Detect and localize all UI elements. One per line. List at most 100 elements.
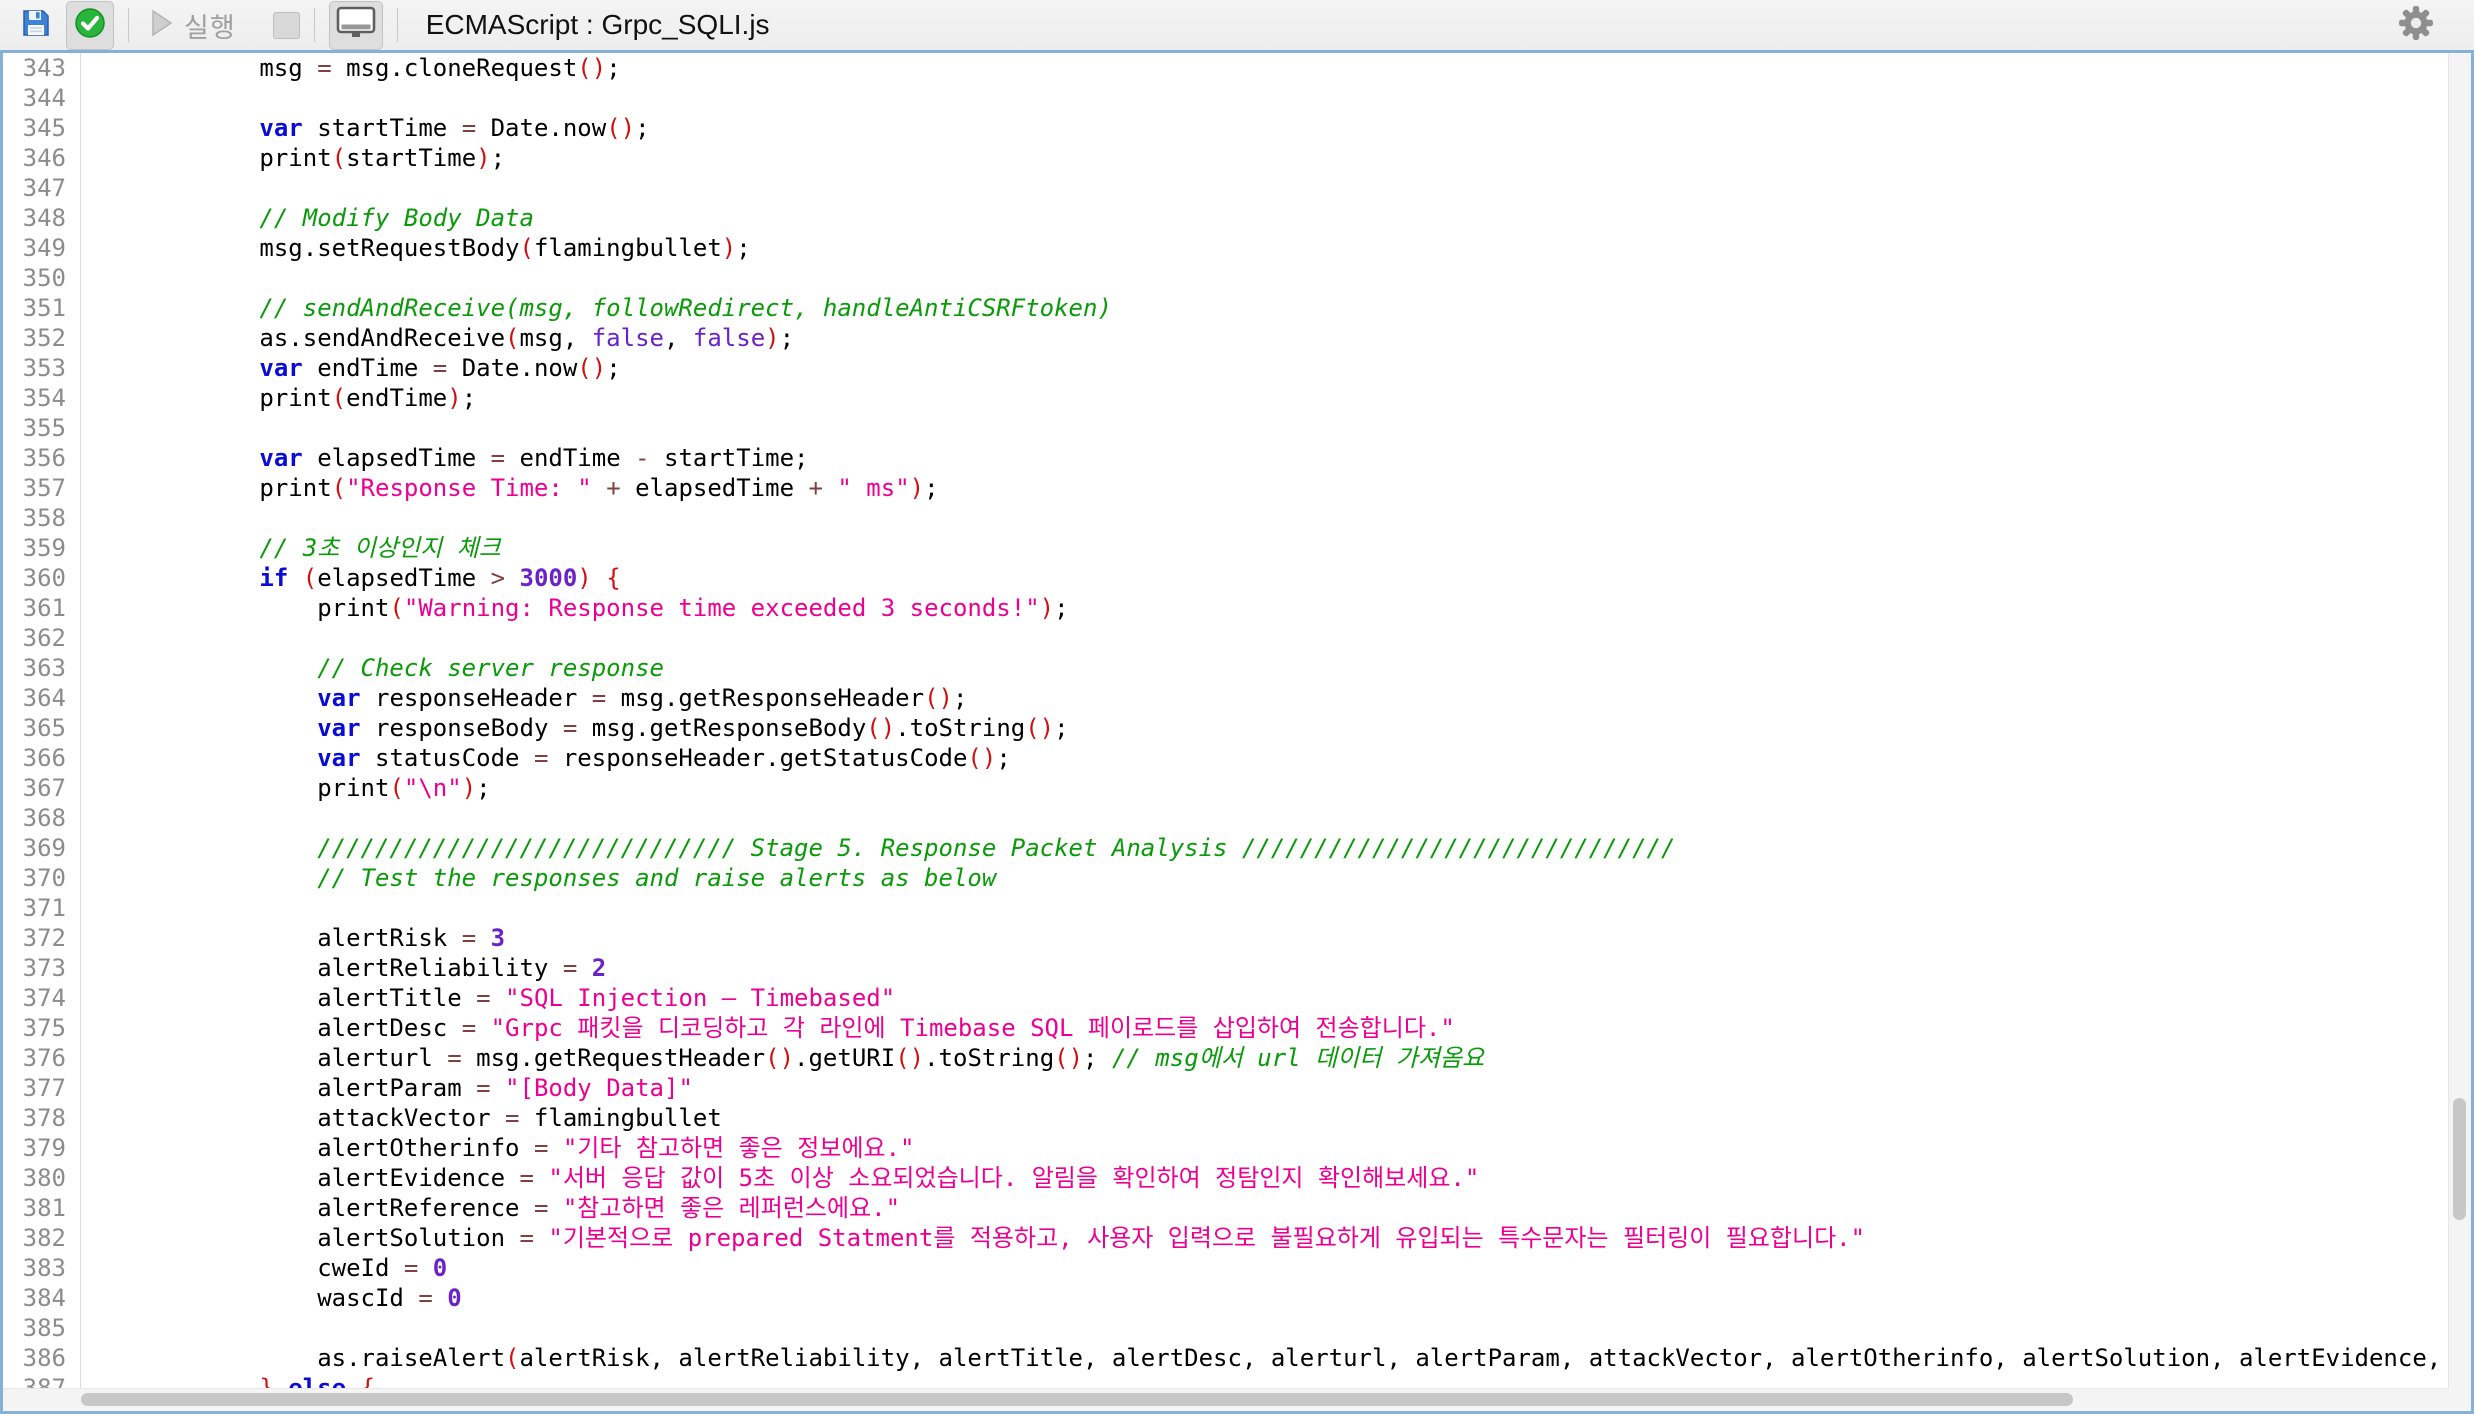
line-number: 365 <box>3 713 80 743</box>
code-text[interactable] <box>80 83 2449 113</box>
code-text[interactable]: print(endTime); <box>80 383 2449 413</box>
run-button[interactable]: 실행 <box>143 1 243 50</box>
code-text[interactable] <box>80 803 2449 833</box>
toolbar: 실행 ECMAScript : Grpc_SQLI.js <box>0 0 2474 50</box>
line-number: 379 <box>3 1133 80 1163</box>
code-text[interactable]: print("\n"); <box>80 773 2449 803</box>
code-text[interactable]: var responseBody = msg.getResponseBody()… <box>80 713 2449 743</box>
code-line: 355 <box>3 413 2449 443</box>
code-text[interactable]: print(startTime); <box>80 143 2449 173</box>
line-number: 361 <box>3 593 80 623</box>
code-line: 347 <box>3 173 2449 203</box>
vertical-scrollbar[interactable] <box>2448 53 2471 1389</box>
line-number: 374 <box>3 983 80 1013</box>
save-button[interactable] <box>14 3 58 48</box>
code-text[interactable]: var statusCode = responseHeader.getStatu… <box>80 743 2449 773</box>
code-line: 360 if (elapsedTime > 3000) { <box>3 563 2449 593</box>
code-text[interactable]: alertReference = "참고하면 좋은 레퍼런스에요." <box>80 1193 2449 1223</box>
code-text[interactable] <box>80 173 2449 203</box>
code-line: 382 alertSolution = "기본적으로 prepared Stat… <box>3 1223 2449 1253</box>
line-number: 387 <box>3 1373 80 1389</box>
line-number: 343 <box>3 53 80 83</box>
line-number: 345 <box>3 113 80 143</box>
code-text[interactable] <box>80 263 2449 293</box>
code-text[interactable]: as.raiseAlert(alertRisk, alertReliabilit… <box>80 1343 2449 1373</box>
code-text[interactable]: alerturl = msg.getRequestHeader().getURI… <box>80 1043 2449 1073</box>
code-text[interactable]: alertOtherinfo = "기타 참고하면 좋은 정보에요." <box>80 1133 2449 1163</box>
horizontal-scrollbar[interactable] <box>3 1388 2449 1411</box>
code-text[interactable]: alertReliability = 2 <box>80 953 2449 983</box>
code-text[interactable]: var startTime = Date.now(); <box>80 113 2449 143</box>
code-text[interactable]: print("Response Time: " + elapsedTime + … <box>80 473 2449 503</box>
stop-button[interactable] <box>273 12 300 39</box>
line-number: 375 <box>3 1013 80 1043</box>
script-console-window: 실행 ECMAScript : Grpc_SQLI.js <box>0 0 2474 1414</box>
line-number: 370 <box>3 863 80 893</box>
code-editor: 343 msg = msg.cloneRequest();344345 var … <box>0 50 2474 1414</box>
code-text[interactable]: alertTitle = "SQL Injection – Timebased" <box>80 983 2449 1013</box>
code-text[interactable]: alertRisk = 3 <box>80 923 2449 953</box>
code-line: 371 <box>3 893 2449 923</box>
code-text[interactable]: alertParam = "[Body Data]" <box>80 1073 2449 1103</box>
code-line: 352 as.sendAndReceive(msg, false, false)… <box>3 323 2449 353</box>
code-line: 383 cweId = 0 <box>3 1253 2449 1283</box>
validate-script-button[interactable] <box>66 1 114 50</box>
code-line: 367 print("\n"); <box>3 773 2449 803</box>
code-text[interactable]: // Check server response <box>80 653 2449 683</box>
line-number: 376 <box>3 1043 80 1073</box>
console-panel-button[interactable] <box>329 1 383 50</box>
code-text[interactable]: alertDesc = "Grpc 패킷을 디코딩하고 각 라인에 Timeba… <box>80 1013 2449 1043</box>
code-text[interactable]: msg = msg.cloneRequest(); <box>80 53 2449 83</box>
line-number: 384 <box>3 1283 80 1313</box>
line-number: 347 <box>3 173 80 203</box>
code-text[interactable] <box>80 623 2449 653</box>
code-text[interactable]: alertSolution = "기본적으로 prepared Statment… <box>80 1223 2449 1253</box>
check-circle-icon <box>73 6 107 45</box>
code-text[interactable]: wascId = 0 <box>80 1283 2449 1313</box>
code-line: 374 alertTitle = "SQL Injection – Timeba… <box>3 983 2449 1013</box>
settings-button[interactable] <box>2398 5 2434 46</box>
horizontal-scrollbar-thumb[interactable] <box>81 1393 2073 1406</box>
line-number: 383 <box>3 1253 80 1283</box>
code-viewport[interactable]: 343 msg = msg.cloneRequest();344345 var … <box>3 53 2449 1389</box>
line-number: 367 <box>3 773 80 803</box>
line-number: 382 <box>3 1223 80 1253</box>
code-text[interactable]: alertEvidence = "서버 응답 값이 5초 이상 소요되었습니다.… <box>80 1163 2449 1193</box>
code-line: 361 print("Warning: Response time exceed… <box>3 593 2449 623</box>
vertical-scrollbar-thumb[interactable] <box>2453 1098 2466 1220</box>
code-line: 369 ///////////////////////////// Stage … <box>3 833 2449 863</box>
code-text[interactable]: cweId = 0 <box>80 1253 2449 1283</box>
line-number: 357 <box>3 473 80 503</box>
code-text[interactable]: // Modify Body Data <box>80 203 2449 233</box>
code-line: 349 msg.setRequestBody(flamingbullet); <box>3 233 2449 263</box>
code-line: 386 as.raiseAlert(alertRisk, alertReliab… <box>3 1343 2449 1373</box>
code-line: 358 <box>3 503 2449 533</box>
line-number: 350 <box>3 263 80 293</box>
code-line: 368 <box>3 803 2449 833</box>
code-text[interactable]: var responseHeader = msg.getResponseHead… <box>80 683 2449 713</box>
code-line: 344 <box>3 83 2449 113</box>
code-text[interactable] <box>80 893 2449 923</box>
code-text[interactable]: attackVector = flamingbullet <box>80 1103 2449 1133</box>
code-text[interactable] <box>80 503 2449 533</box>
code-text[interactable]: msg.setRequestBody(flamingbullet); <box>80 233 2449 263</box>
code-line: 351 // sendAndReceive(msg, followRedirec… <box>3 293 2449 323</box>
code-line: 354 print(endTime); <box>3 383 2449 413</box>
code-text[interactable]: if (elapsedTime > 3000) { <box>80 563 2449 593</box>
line-number: 353 <box>3 353 80 383</box>
code-text[interactable] <box>80 413 2449 443</box>
gutter-divider <box>80 53 81 1389</box>
code-text[interactable] <box>80 1313 2449 1343</box>
code-text[interactable]: // 3초 이상인지 체크 <box>80 533 2449 563</box>
code-text[interactable]: var elapsedTime = endTime - startTime; <box>80 443 2449 473</box>
code-text[interactable]: as.sendAndReceive(msg, false, false); <box>80 323 2449 353</box>
line-number: 351 <box>3 293 80 323</box>
code-line: 362 <box>3 623 2449 653</box>
code-text[interactable]: // sendAndReceive(msg, followRedirect, h… <box>80 293 2449 323</box>
code-text[interactable]: print("Warning: Response time exceeded 3… <box>80 593 2449 623</box>
line-number: 344 <box>3 83 80 113</box>
code-text[interactable]: var endTime = Date.now(); <box>80 353 2449 383</box>
code-text[interactable]: } else { <box>80 1373 2449 1389</box>
code-text[interactable]: ///////////////////////////// Stage 5. R… <box>80 833 2449 863</box>
code-text[interactable]: // Test the responses and raise alerts a… <box>80 863 2449 893</box>
